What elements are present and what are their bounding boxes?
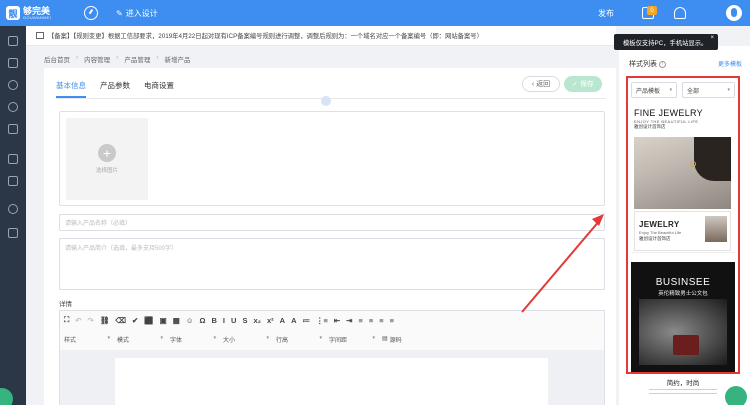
template-highlight-box	[626, 76, 740, 374]
tab-ecommerce-settings[interactable]: 电商设置	[144, 80, 174, 91]
editor-content-area[interactable]	[115, 358, 548, 405]
sidebar-bag-icon[interactable]	[8, 176, 18, 186]
editor-tool-icon[interactable]: S	[242, 316, 247, 325]
megaphone-icon	[36, 32, 44, 39]
back-button[interactable]: ‹ 返回	[522, 76, 560, 92]
product-form-panel: 基本信息 产品参数 电商设置 ‹ 返回 ✓ 保存 + 选择图片 请输入产品名称（…	[44, 68, 616, 405]
collapse-toggle-icon[interactable]	[321, 96, 331, 106]
breadcrumb: 后台首页 › 内容管理 › 产品管理 › 新增产品	[44, 54, 191, 64]
form-tabs: 基本信息 产品参数 电商设置	[56, 80, 174, 91]
breadcrumb-home[interactable]: 后台首页	[44, 54, 70, 64]
editor-tool-icon[interactable]: ⇥	[346, 316, 352, 325]
enter-design-button[interactable]: ✎ 进入设计	[116, 8, 158, 19]
sidebar-link-icon[interactable]	[8, 102, 18, 112]
sidebar-page-icon[interactable]	[8, 58, 18, 68]
template-footer-strip: 简约，时尚	[631, 372, 735, 400]
editor-tool-icon[interactable]: ≡	[379, 316, 383, 325]
letter-spacing-select[interactable]: 字间距 ▾	[329, 335, 379, 344]
tabs-divider	[56, 98, 606, 99]
breadcrumb-current: 新增产品	[164, 57, 191, 64]
product-intro-textarea[interactable]: 请输入产品简介（选填，最多支持500字）	[59, 238, 605, 290]
sidebar-chat-icon[interactable]	[8, 124, 18, 134]
sidebar-layers-icon[interactable]	[8, 80, 18, 90]
tab-product-params[interactable]: 产品参数	[100, 80, 130, 91]
editor-tool-icon[interactable]: ▣	[160, 316, 167, 325]
editor-tool-icon[interactable]: U	[231, 316, 236, 325]
editor-tool-icon[interactable]: ⛓	[100, 316, 110, 325]
publish-button[interactable]: 发布	[598, 8, 614, 19]
editor-select-row: 样式 ▾ 模式 ▾ 字体 ▾ 大小 ▾ 行高 ▾ 字间距 ▾ ▤ 源码	[64, 335, 402, 344]
editor-tool-icon[interactable]: ✔	[132, 316, 138, 325]
plus-icon: +	[98, 144, 116, 162]
source-code-button[interactable]: ▤ 源码	[382, 335, 402, 344]
template-tooltip: 模板仅支持PC，手机站显示。 ×	[614, 34, 718, 50]
tab-basic-info[interactable]: 基本信息	[56, 80, 86, 91]
left-sidebar	[0, 26, 26, 405]
logo-subtitle: GOUWANMEI	[23, 14, 52, 20]
logo[interactable]: 靓 够完美 GOUWANMEI	[0, 0, 62, 26]
editor-tool-icon[interactable]: ⌫	[115, 316, 126, 325]
bell-icon[interactable]	[674, 7, 686, 19]
breadcrumb-products[interactable]: 产品管理	[124, 54, 150, 64]
editor-tool-icon[interactable]: x₂	[253, 316, 261, 325]
chat-support-button[interactable]	[725, 386, 747, 405]
editor-tool-icon[interactable]: ≡	[369, 316, 373, 325]
editor-tool-icon[interactable]: x²	[267, 316, 274, 325]
arrow-left-icon: ‹	[531, 80, 535, 88]
mode-select[interactable]: 模式 ▾	[117, 335, 167, 344]
editor-tool-icon[interactable]: ▦	[173, 316, 180, 325]
editor-tool-icon[interactable]: ≡	[358, 316, 362, 325]
rich-editor-toolbar: ⛶ ↶ ↷ ⛓ ⌫ ✔ ⬛ ▣ ▦ ☺ Ω B I U Sx₂ x² A A ≔ ⋮≡ ⇤ ⇥ ≡ ≡ ≡ ≡ 样式 ▾ 模式 ▾ 字…	[59, 310, 605, 350]
editor-canvas	[59, 350, 605, 405]
editor-tool-icon[interactable]: I	[223, 316, 225, 325]
editor-tool-icon[interactable]: A	[280, 316, 285, 325]
enter-design-label: 进入设计	[125, 8, 158, 18]
close-icon[interactable]: ×	[710, 35, 714, 41]
sidebar-trash-icon[interactable]	[8, 228, 18, 238]
editor-tool-icon[interactable]: ☺	[186, 316, 194, 325]
editor-tool-icon[interactable]: ≔	[302, 316, 310, 325]
editor-tool-icon[interactable]: ⬛	[144, 316, 153, 325]
style-select[interactable]: 样式 ▾	[64, 335, 114, 344]
source-code-icon: ▤	[382, 336, 388, 342]
select-image-button[interactable]: + 选择图片	[66, 118, 148, 200]
editor-tool-icon[interactable]: ⋮≡	[316, 316, 328, 325]
more-templates-link[interactable]: 更多模板	[718, 59, 742, 68]
detail-label: 详情	[59, 301, 72, 308]
notice-count-badge: 0	[647, 6, 657, 15]
top-bar: 靓 够完美 GOUWANMEI ✎ 进入设计 发布 0	[0, 0, 750, 26]
breadcrumb-content[interactable]: 内容管理	[84, 54, 110, 64]
sidebar-home-icon[interactable]	[8, 36, 18, 46]
check-circle-icon: ✓	[572, 81, 578, 88]
editor-tool-icon[interactable]: A	[291, 316, 296, 325]
notice-bar: 【备案】【规则变更】根据工信部要求，2019年4月22日起对现有ICP备案编号规…	[26, 26, 616, 46]
editor-toolbar-row: ⛶ ↶ ↷ ⛓ ⌫ ✔ ⬛ ▣ ▦ ☺ Ω B I U Sx₂ x² A A ≔ ⋮≡ ⇤ ⇥ ≡ ≡ ≡ ≡	[64, 315, 394, 325]
sidebar-help-button[interactable]	[0, 388, 13, 405]
user-avatar[interactable]	[726, 5, 742, 21]
editor-tool-icon[interactable]: ⛶	[64, 315, 69, 325]
editor-tool-icon[interactable]: ≡	[390, 316, 394, 325]
calendar-icon[interactable]: 0	[642, 6, 657, 19]
sidebar-list-icon[interactable]	[8, 154, 18, 164]
dashboard-gauge-icon[interactable]	[84, 6, 98, 20]
select-image-label: 选择图片	[95, 168, 118, 174]
line-height-select[interactable]: 行高 ▾	[276, 335, 326, 344]
template-list-title: 样式列表 i	[629, 59, 666, 69]
font-select[interactable]: 字体 ▾	[170, 335, 220, 344]
editor-tool-icon[interactable]: Ω	[199, 316, 205, 325]
logo-mark-icon: 靓	[6, 6, 20, 20]
save-button[interactable]: ✓ 保存	[564, 76, 602, 92]
image-upload-area: + 选择图片	[59, 111, 605, 206]
sidebar-settings-icon[interactable]	[8, 204, 18, 214]
notice-text[interactable]: 【备案】【规则变更】根据工信部要求，2019年4月22日起对现有ICP备案编号规…	[48, 31, 483, 40]
product-name-input[interactable]: 请输入产品名称（必填）	[59, 214, 605, 231]
editor-tool-icon[interactable]: ↷	[88, 316, 94, 325]
info-icon[interactable]: i	[659, 60, 666, 68]
editor-tool-icon[interactable]: B	[212, 316, 217, 325]
editor-tool-icon[interactable]: ⇤	[334, 316, 340, 325]
edit-icon: ✎	[116, 8, 123, 18]
size-select[interactable]: 大小 ▾	[223, 335, 273, 344]
editor-tool-icon[interactable]: ↶	[75, 316, 81, 325]
